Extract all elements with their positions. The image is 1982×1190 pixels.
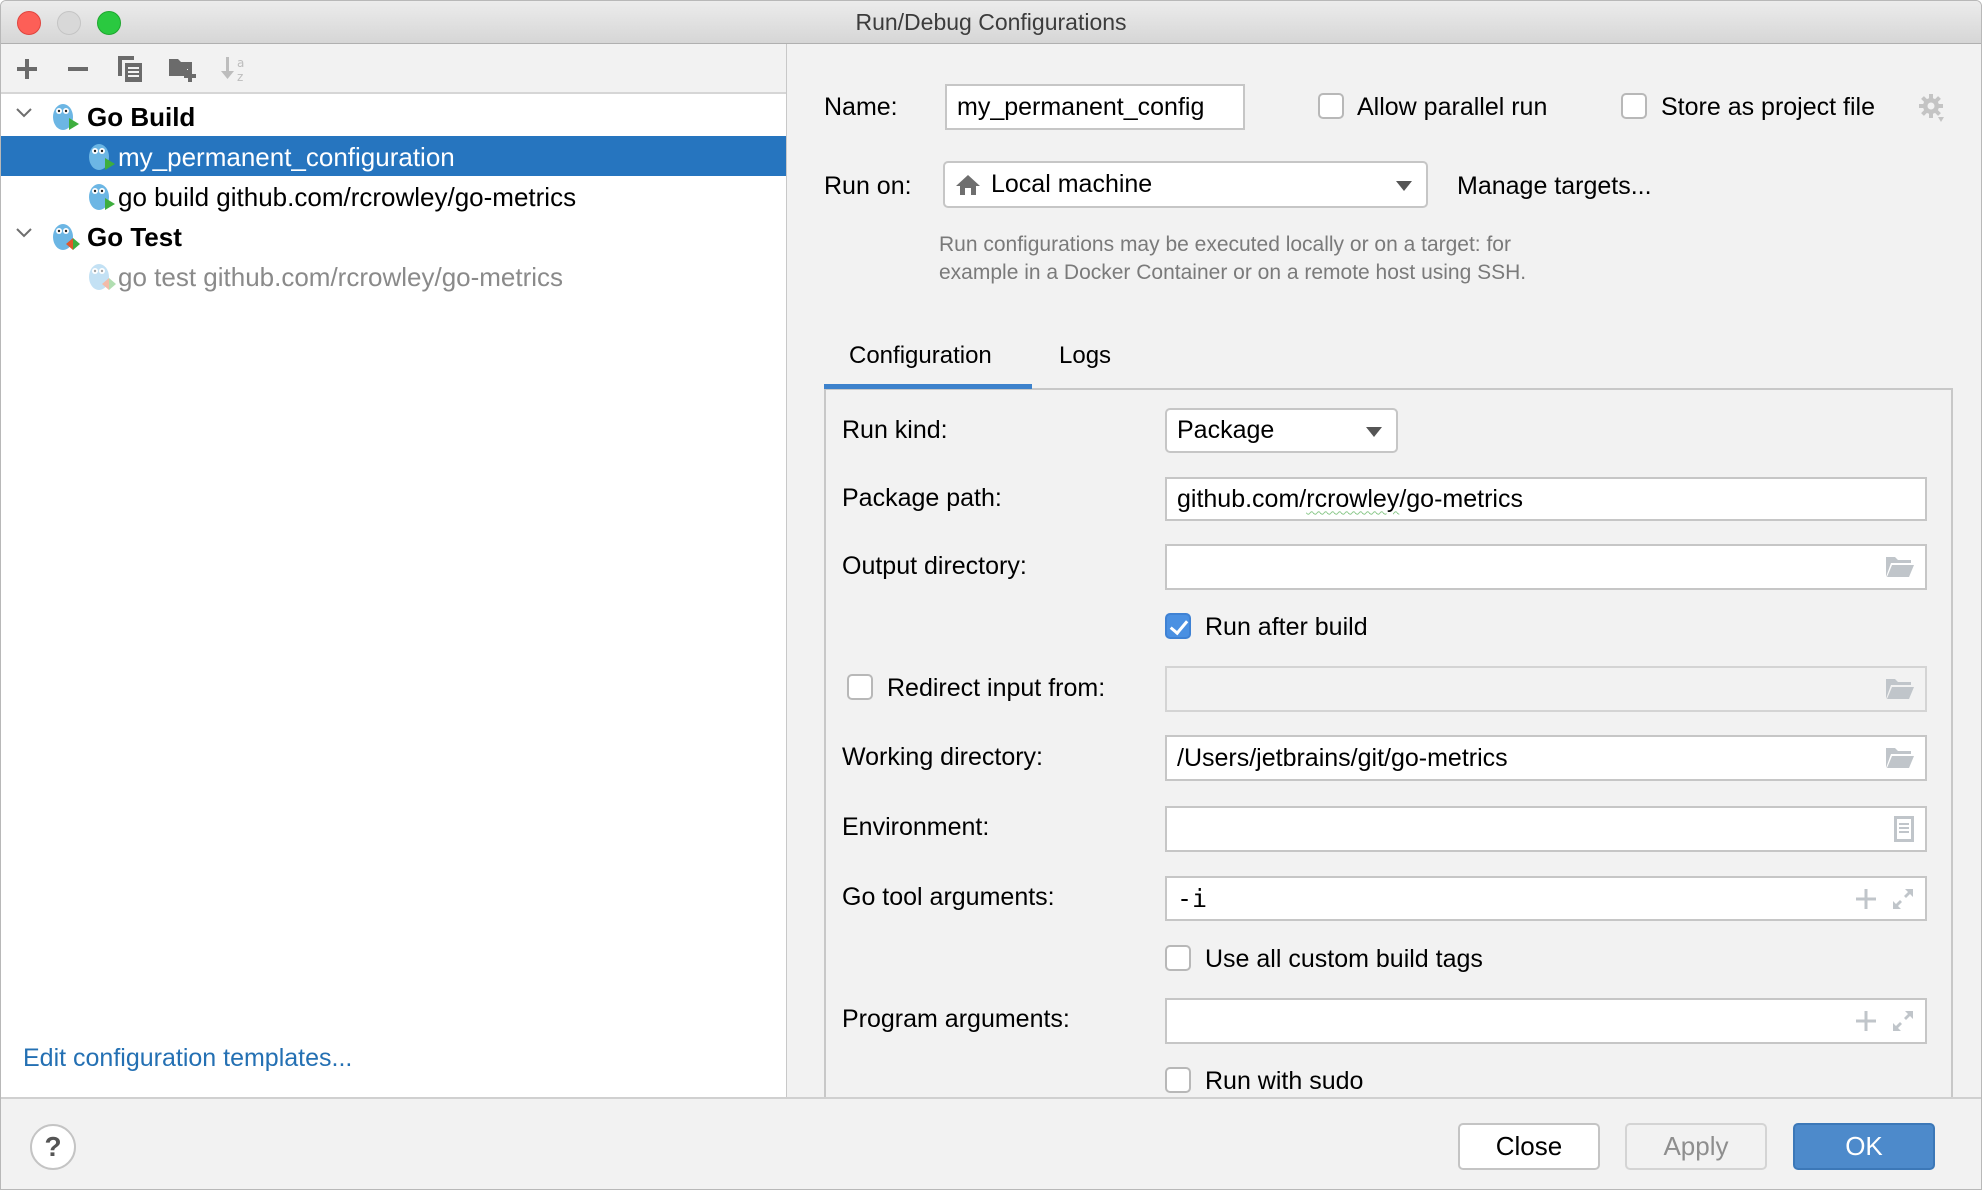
home-icon [956, 174, 980, 195]
active-tab-indicator [824, 384, 1032, 389]
redirect-input-label: Redirect input from: [887, 674, 1106, 702]
go-test-icon [89, 264, 116, 290]
package-path-field[interactable]: github.com/rcrowley/go-metrics [1165, 477, 1927, 521]
sort-configurations-button[interactable]: az [218, 52, 252, 86]
folder-open-icon[interactable] [1885, 746, 1915, 770]
run-with-sudo-label: Run with sudo [1205, 1067, 1364, 1095]
working-directory-field[interactable]: /Users/jetbrains/git/go-metrics [1165, 735, 1927, 781]
run-kind-dropdown[interactable]: Package [1165, 408, 1398, 453]
question-mark-icon: ? [44, 1131, 62, 1162]
configurations-sidebar: az Go Build my_permanent_configuration g… [1, 44, 787, 1097]
go-tool-arguments-label: Go tool arguments: [842, 883, 1055, 911]
svg-text:z: z [237, 70, 243, 83]
chevron-down-icon [1366, 426, 1382, 437]
chevron-down-icon [1396, 180, 1412, 191]
name-field-value: my_permanent_config [957, 92, 1205, 121]
tree-item-my-permanent-configuration[interactable]: my_permanent_configuration [1, 136, 786, 176]
go-test-icon [53, 224, 80, 250]
tab-configuration[interactable]: Configuration [849, 342, 992, 370]
run-on-hint-line-2: example in a Docker Container or on a re… [939, 261, 1527, 284]
title-bar: Run/Debug Configurations [1, 1, 1981, 44]
environment-field[interactable] [1165, 806, 1927, 852]
tree-item-go-build-go-metrics[interactable]: go build github.com/rcrowley/go-metrics [1, 176, 786, 216]
remove-configuration-button[interactable] [61, 52, 95, 86]
name-field[interactable]: my_permanent_config [945, 84, 1245, 130]
add-configuration-button[interactable] [10, 52, 44, 86]
tab-logs[interactable]: Logs [1059, 342, 1111, 370]
run-kind-value: Package [1177, 416, 1275, 444]
run-debug-configurations-dialog: Run/Debug Configurations az Go Build my_… [0, 0, 1982, 1190]
run-on-value: Local machine [991, 170, 1153, 198]
package-path-suffix: /go-metrics [1399, 484, 1523, 513]
package-path-prefix: github.com/ [1177, 484, 1307, 513]
apply-button[interactable]: Apply [1625, 1123, 1767, 1170]
folder-plus-icon [169, 59, 196, 82]
output-directory-label: Output directory: [842, 552, 1027, 580]
run-after-build-checkbox[interactable] [1165, 613, 1191, 639]
new-folder-button[interactable] [166, 52, 200, 86]
folder-open-icon[interactable] [1885, 677, 1915, 701]
ok-button[interactable]: OK [1793, 1123, 1935, 1170]
chevron-down-icon[interactable] [15, 104, 33, 122]
chevron-down-icon[interactable] [15, 224, 33, 242]
close-button[interactable]: Close [1458, 1123, 1600, 1170]
window-title: Run/Debug Configurations [855, 9, 1127, 35]
run-on-hint-line-1: Run configurations may be executed local… [939, 233, 1511, 256]
go-build-icon [89, 144, 115, 170]
plus-icon[interactable] [1855, 1010, 1877, 1032]
run-kind-label: Run kind: [842, 416, 948, 444]
expand-icon[interactable] [1891, 1009, 1915, 1033]
go-tool-arguments-field[interactable]: -i [1165, 876, 1927, 921]
allow-parallel-run-label: Allow parallel run [1357, 93, 1548, 121]
gear-icon[interactable] [1918, 93, 1946, 123]
working-directory-value: /Users/jetbrains/git/go-metrics [1177, 743, 1508, 772]
tree-group-label: Go Test [87, 222, 182, 252]
copy-configuration-button[interactable] [113, 52, 147, 86]
expand-icon[interactable] [1891, 887, 1915, 911]
program-arguments-label: Program arguments: [842, 1005, 1070, 1033]
tree-item-label: my_permanent_configuration [118, 142, 455, 172]
go-tool-arguments-value: -i [1177, 884, 1208, 913]
folder-open-icon[interactable] [1885, 555, 1915, 579]
configuration-editor: Name: my_permanent_config Allow parallel… [788, 44, 1981, 1097]
redirect-input-field[interactable] [1165, 666, 1927, 712]
run-after-build-label: Run after build [1205, 613, 1368, 641]
minus-icon [68, 67, 88, 71]
redirect-input-checkbox[interactable] [847, 674, 873, 700]
copy-icon [118, 56, 142, 82]
tree-item-go-test-go-metrics[interactable]: go test github.com/rcrowley/go-metrics [1, 256, 786, 296]
package-path-misspelled: rcrowley [1306, 484, 1400, 513]
manage-targets-link[interactable]: Manage targets... [1457, 172, 1652, 201]
program-arguments-field[interactable] [1165, 998, 1927, 1044]
tree-item-label: go test github.com/rcrowley/go-metrics [118, 262, 564, 292]
working-directory-label: Working directory: [842, 743, 1043, 771]
package-path-label: Package path: [842, 484, 1002, 512]
go-build-icon [53, 104, 79, 130]
sidebar-toolbar: az [1, 44, 786, 94]
document-icon[interactable] [1893, 815, 1915, 843]
run-on-label: Run on: [824, 172, 912, 200]
tree-item-label: go build github.com/rcrowley/go-metrics [118, 182, 577, 212]
environment-label: Environment: [842, 813, 990, 841]
run-with-sudo-checkbox[interactable] [1165, 1067, 1191, 1093]
sort-alpha-icon: az [221, 56, 244, 83]
allow-parallel-run-checkbox[interactable] [1318, 93, 1344, 119]
help-button[interactable]: ? [30, 1124, 76, 1170]
svg-text:a: a [237, 56, 244, 70]
dialog-footer: ? Close Apply OK [1, 1097, 1981, 1189]
plus-icon [17, 59, 37, 79]
use-all-custom-build-tags-label: Use all custom build tags [1205, 945, 1483, 973]
tree-group-go-test[interactable]: Go Test [1, 216, 786, 256]
tree-group-label: Go Build [87, 102, 196, 132]
go-build-icon [89, 184, 115, 210]
store-as-project-file-label: Store as project file [1661, 93, 1875, 121]
edit-configuration-templates-link[interactable]: Edit configuration templates... [23, 1044, 352, 1073]
tree-group-go-build[interactable]: Go Build [1, 96, 786, 136]
store-as-project-file-checkbox[interactable] [1621, 93, 1647, 119]
name-label: Name: [824, 93, 898, 121]
run-on-dropdown[interactable]: Local machine [943, 161, 1428, 208]
plus-icon[interactable] [1855, 888, 1877, 910]
use-all-custom-build-tags-checkbox[interactable] [1165, 945, 1191, 971]
output-directory-field[interactable] [1165, 544, 1927, 590]
